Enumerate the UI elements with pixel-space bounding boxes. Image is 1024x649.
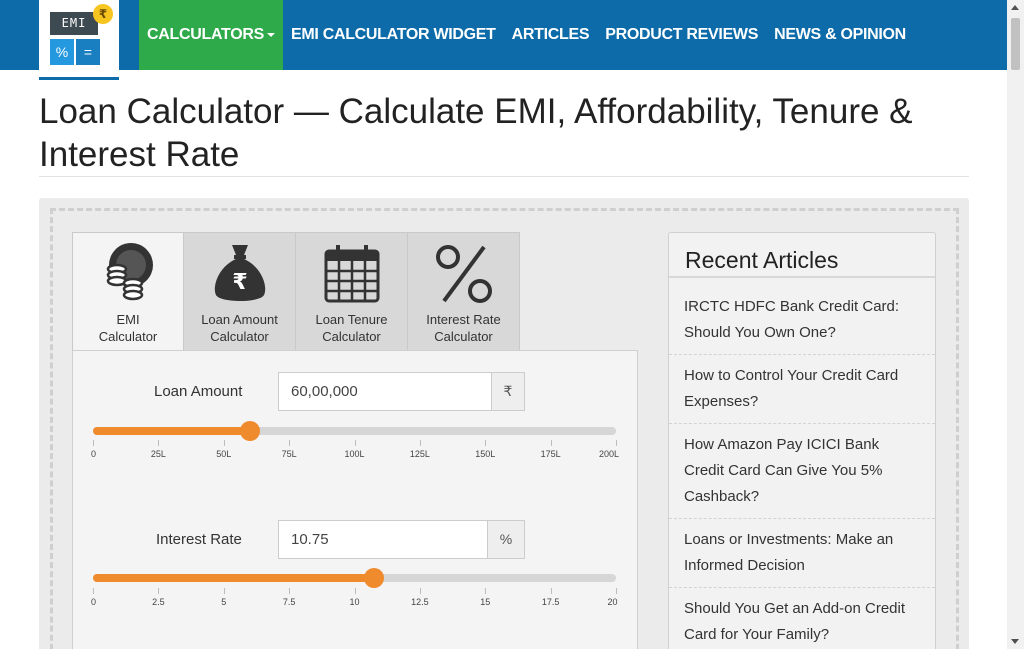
interest-rate-scale-tick-label: 0	[91, 597, 97, 607]
loan-amount-scale-tick	[550, 440, 552, 446]
percent-addon: %	[487, 520, 525, 559]
loan-amount-input[interactable]	[278, 372, 491, 411]
loan-amount-scale-tick	[289, 440, 291, 446]
article-link[interactable]: Loans or Investments: Make an Informed D…	[669, 519, 935, 588]
tab-loan-tenure-calculator[interactable]: Loan Tenure Calculator	[296, 232, 408, 351]
article-link[interactable]: Should You Get an Add-on Credit Card for…	[669, 588, 935, 649]
loan-amount-label: Loan Amount	[154, 383, 243, 400]
loan-amount-scale-tick-label: 175L	[540, 449, 561, 459]
rupee-addon: ₹	[491, 372, 525, 411]
tab-emi-calculator[interactable]: EMI Calculator	[72, 232, 184, 352]
recent-articles-divider	[669, 276, 935, 278]
interest-rate-scale-tick-label: 5	[221, 597, 227, 607]
money-bag-icon: ₹	[214, 245, 266, 301]
interest-rate-scale-tick	[550, 588, 552, 594]
article-link[interactable]: How to Control Your Credit Card Expenses…	[669, 355, 935, 424]
loan-amount-scale-tick	[158, 440, 160, 446]
coins-icon	[106, 243, 153, 301]
svg-text:₹: ₹	[232, 270, 247, 295]
interest-rate-slider[interactable]	[93, 568, 616, 588]
loan-amount-slider-fill	[93, 427, 250, 435]
interest-rate-scale-tick	[223, 588, 225, 594]
interest-rate-slider-handle[interactable]	[364, 568, 385, 588]
interest-rate-scale-tick-label: 12.5	[411, 597, 429, 607]
logo-screen: EMI	[50, 12, 98, 35]
loan-amount-scale-tick	[419, 440, 421, 446]
loan-amount-scale-tick-label: 0	[91, 449, 97, 459]
interest-rate-scale-tick	[354, 588, 356, 594]
loan-amount-scale-tick	[93, 440, 94, 446]
loan-amount-scale-tick	[223, 440, 225, 446]
loan-amount-slider-handle[interactable]	[239, 421, 260, 441]
loan-amount-scale-tick-label: 25L	[150, 449, 166, 459]
page-scrollbar[interactable]	[1007, 0, 1024, 649]
interest-rate-scale-tick	[616, 588, 617, 594]
scroll-down-arrow-icon[interactable]	[1011, 639, 1019, 644]
loan-amount-scale-tick-label: 50L	[216, 449, 232, 459]
top-navigation-bar: EMI ₹ % = CALCULATORS EMI CALCULATOR WID…	[0, 0, 1007, 80]
nav-item-product-reviews[interactable]: PRODUCT REVIEWS	[597, 0, 766, 70]
interest-rate-slider-fill	[93, 574, 375, 582]
loan-amount-scale-tick-label: 75L	[281, 449, 297, 459]
loan-amount-scale-tick	[485, 440, 487, 446]
percent-icon	[436, 245, 492, 303]
interest-rate-scale-tick-label: 2.5	[152, 597, 165, 607]
interest-rate-input[interactable]	[278, 520, 487, 559]
interest-rate-scale-tick	[93, 588, 94, 594]
recent-articles-title: Recent Articles	[685, 247, 839, 273]
scroll-up-arrow-icon[interactable]	[1011, 5, 1019, 10]
equals-key-icon: =	[76, 39, 100, 65]
page-title: Loan Calculator — Calculate EMI, Afforda…	[39, 92, 913, 174]
title-divider	[39, 176, 969, 177]
interest-rate-scale-tick-label: 7.5	[282, 597, 296, 607]
loan-amount-scale-tick-label: 200L	[598, 449, 620, 459]
nav-item-emi-calculator-widget[interactable]: EMI CALCULATOR WIDGET	[283, 0, 504, 70]
loan-amount-scale-tick-label: 150L	[475, 449, 496, 459]
interest-rate-scale-tick	[158, 588, 160, 594]
recent-articles-widget: Recent Articles IRCTC HDFC Bank Credit C…	[668, 232, 936, 649]
article-link[interactable]: IRCTC HDFC Bank Credit Card: Should You …	[669, 294, 935, 355]
interest-rate-label: Interest Rate	[156, 531, 242, 548]
rupee-coin-icon: ₹	[93, 4, 113, 24]
nav-item-articles[interactable]: ARTICLES	[504, 0, 598, 70]
scroll-thumb[interactable]	[1011, 18, 1020, 70]
site-logo[interactable]: EMI ₹ % =	[39, 0, 119, 80]
nav-item-news-opinion[interactable]: NEWS & OPINION	[766, 0, 914, 70]
calculator-tabs: EMICalculator ₹ Loan AmountCalculator	[72, 232, 521, 352]
nav-item-calculators[interactable]: CALCULATORS	[139, 0, 283, 70]
interest-rate-scale-tick	[419, 588, 421, 594]
tab-interest-rate-calculator[interactable]: Interest Rate Calculator	[408, 232, 520, 351]
loan-amount-scale-tick	[354, 440, 356, 446]
interest-rate-scale-tick	[485, 588, 487, 594]
interest-rate-scale: 0 2.5 5 7.5 10 12.5 15 17.5 20	[91, 588, 618, 608]
loan-amount-scale-tick-label: 100L	[344, 449, 365, 459]
interest-rate-scale-tick-label: 20	[607, 597, 618, 607]
main-nav: CALCULATORS EMI CALCULATOR WIDGET ARTICL…	[139, 0, 914, 70]
interest-rate-scale-tick	[289, 588, 291, 594]
recent-articles-list: IRCTC HDFC Bank Credit Card: Should You …	[669, 294, 935, 649]
tab-loan-amount-calculator[interactable]: ₹ Loan Amount Calculator	[184, 232, 296, 351]
loan-amount-scale-tick	[616, 440, 617, 446]
interest-rate-scale-tick-label: 10	[349, 597, 360, 607]
loan-amount-input-group: ₹	[278, 372, 525, 411]
interest-rate-input-group: %	[278, 520, 525, 559]
percent-key-icon: %	[50, 39, 74, 65]
interest-rate-scale-tick-label: 17.5	[541, 597, 560, 607]
interest-rate-scale-tick-label: 15	[480, 597, 491, 607]
loan-amount-scale-tick-label: 125L	[409, 449, 430, 459]
caret-down-icon	[267, 32, 275, 37]
loan-amount-scale: 0 25L 50L 75L 100L 125L 150L 175L 200L	[91, 440, 620, 460]
article-link[interactable]: How Amazon Pay ICICI Bank Credit Card Ca…	[669, 424, 935, 519]
loan-amount-slider[interactable]	[93, 421, 616, 441]
calendar-icon	[324, 245, 380, 303]
